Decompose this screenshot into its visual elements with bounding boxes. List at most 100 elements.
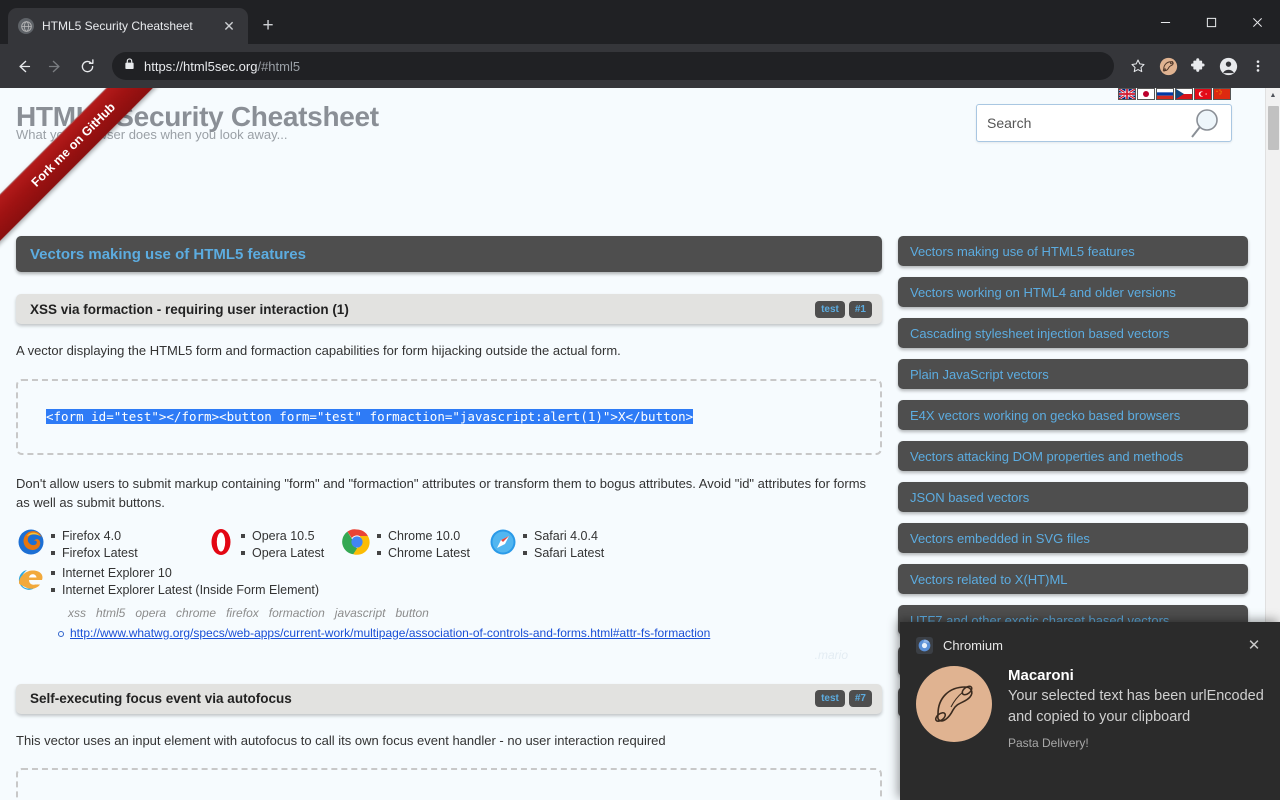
browser-versions: Firefox 4.0 Firefox Latest: [50, 527, 138, 563]
puzzle-piece-icon[interactable]: [1184, 52, 1212, 80]
badge-number[interactable]: #7: [848, 690, 872, 708]
tag[interactable]: formaction: [269, 606, 325, 620]
reference-link[interactable]: http://www.whatwg.org/specs/web-apps/cur…: [70, 626, 710, 640]
sidebar-item-json-vectors[interactable]: JSON based vectors: [898, 482, 1248, 512]
notification-texts: Macaroni Your selected text has been url…: [1008, 666, 1264, 750]
forward-button[interactable]: [40, 51, 70, 81]
browser-group: Chrome 10.0 Chrome Latest: [342, 527, 488, 563]
search-box[interactable]: Search: [976, 104, 1232, 142]
tab-close-icon[interactable]: ✕: [220, 17, 238, 35]
firefox-icon: [16, 527, 46, 557]
omnibox-url-text: https://html5sec.org/#html5: [144, 59, 300, 74]
lock-icon: [124, 57, 135, 75]
opera-icon: [206, 527, 236, 557]
vector-header[interactable]: XSS via formaction - requiring user inte…: [16, 294, 882, 324]
back-button[interactable]: [8, 51, 38, 81]
maximize-button[interactable]: [1188, 0, 1234, 44]
close-button[interactable]: [1234, 0, 1280, 44]
internet-explorer-icon: [16, 564, 46, 594]
code-block[interactable]: <input onfocus=write(1) autofocus>: [16, 768, 882, 800]
flag-japan[interactable]: [1137, 88, 1155, 100]
flag-china[interactable]: [1213, 88, 1231, 100]
macaroni-icon: [916, 666, 992, 742]
tag[interactable]: button: [395, 606, 428, 620]
browser-group: Safari 4.0.4 Safari Latest: [488, 527, 604, 563]
vector-title: XSS via formaction - requiring user inte…: [30, 301, 349, 317]
code-block[interactable]: <form id="test"></form><button form="tes…: [16, 378, 882, 455]
magnifier-icon[interactable]: [1187, 107, 1225, 146]
flag-russia[interactable]: [1156, 88, 1174, 100]
language-flags: [976, 88, 1232, 100]
vector-badges: test #1: [815, 300, 872, 318]
browser-version: Internet Explorer Latest (Inside Form El…: [50, 582, 319, 599]
tag[interactable]: html5: [96, 606, 125, 620]
browser-version: Internet Explorer 10: [50, 565, 319, 582]
star-icon[interactable]: [1124, 52, 1152, 80]
notification-close-icon[interactable]: ✕: [1244, 636, 1264, 654]
vector-header[interactable]: Self-executing focus event via autofocus…: [16, 683, 882, 714]
reload-button[interactable]: [72, 51, 102, 81]
flag-turkey[interactable]: [1194, 88, 1212, 100]
browser-tab[interactable]: HTML5 Security Cheatsheet ✕: [8, 8, 248, 44]
browser-version: Chrome Latest: [376, 545, 470, 562]
tag[interactable]: firefox: [226, 606, 259, 620]
sidebar-item-dom-properties[interactable]: Vectors attacking DOM properties and met…: [898, 441, 1248, 471]
badge-test[interactable]: test: [815, 300, 845, 318]
vector-badges: test #7: [815, 690, 872, 708]
notification-header: Chromium ✕: [916, 636, 1264, 654]
sidebar-item-html5-features[interactable]: Vectors making use of HTML5 features: [898, 236, 1248, 266]
badge-number[interactable]: #1: [848, 300, 872, 318]
sidebar-item-e4x-gecko[interactable]: E4X vectors working on gecko based brows…: [898, 400, 1248, 430]
chrome-icon: [342, 527, 372, 557]
vector-description: A vector displaying the HTML5 form and f…: [16, 343, 621, 358]
tag[interactable]: javascript: [335, 606, 386, 620]
tag[interactable]: opera: [135, 606, 166, 620]
section-header: Vectors making use of HTML5 features: [16, 236, 882, 272]
main-content: Vectors making use of HTML5 features XSS…: [16, 236, 882, 800]
sidebar-item-xhtml[interactable]: Vectors related to X(HT)ML: [898, 564, 1248, 594]
title-bar: HTML5 Security Cheatsheet ✕ +: [0, 0, 1280, 44]
badge-test[interactable]: test: [815, 690, 845, 708]
address-bar[interactable]: https://html5sec.org/#html5: [112, 52, 1114, 80]
tag[interactable]: xss: [68, 606, 86, 620]
tag[interactable]: chrome: [176, 606, 216, 620]
vector-item: XSS via formaction - requiring user inte…: [16, 294, 882, 662]
flag-czech-republic[interactable]: [1175, 88, 1193, 100]
sidebar-item-plain-javascript[interactable]: Plain JavaScript vectors: [898, 359, 1248, 389]
minimize-button[interactable]: [1142, 0, 1188, 44]
scroll-up-arrow-icon[interactable]: ▲: [1266, 88, 1280, 103]
globe-icon: [18, 18, 34, 34]
browser-version: Opera 10.5: [240, 528, 324, 545]
notification-subtitle: Pasta Delivery!: [1008, 736, 1089, 751]
list-item: http://www.whatwg.org/specs/web-apps/cur…: [56, 624, 882, 642]
browser-version: Safari 4.0.4: [522, 528, 604, 545]
browser-window: HTML5 Security Cheatsheet ✕ + https://ht…: [0, 0, 1280, 800]
browser-versions: Safari 4.0.4 Safari Latest: [522, 527, 604, 563]
browser-version: Firefox Latest: [50, 545, 138, 562]
search-area: Search: [976, 88, 1232, 142]
window-controls: [1142, 0, 1280, 44]
sidebar-item-css-injection[interactable]: Cascading stylesheet injection based vec…: [898, 318, 1248, 348]
flag-united-kingdom[interactable]: [1118, 88, 1136, 100]
kebab-menu-icon[interactable]: [1244, 52, 1272, 80]
code-text[interactable]: <form id="test"></form><button form="tes…: [46, 409, 694, 425]
vector-item: Self-executing focus event via autofocus…: [16, 683, 882, 800]
scrollbar-thumb[interactable]: [1268, 106, 1279, 150]
omnibox-scheme: https://: [144, 58, 184, 74]
notification-toast: Chromium ✕ Macaroni Your selected text h…: [900, 622, 1280, 800]
browser-versions: Chrome 10.0 Chrome Latest: [376, 527, 470, 563]
notification-body: Macaroni Your selected text has been url…: [916, 666, 1264, 750]
chromium-icon: [916, 636, 933, 654]
omnibox-host: html5sec.org: [183, 58, 258, 74]
new-tab-button[interactable]: +: [254, 12, 282, 40]
macaroni-extension-icon[interactable]: [1154, 52, 1182, 80]
vector-note: Don't allow users to submit markup conta…: [16, 475, 867, 510]
profile-icon[interactable]: [1214, 52, 1242, 80]
omnibox-path: /#html5: [257, 58, 301, 74]
sidebar-item-html4-older[interactable]: Vectors working on HTML4 and older versi…: [898, 277, 1248, 307]
browser-toolbar: https://html5sec.org/#html5: [0, 44, 1280, 88]
browser-version: Opera Latest: [240, 545, 324, 562]
sidebar-item-svg-files[interactable]: Vectors embedded in SVG files: [898, 523, 1248, 553]
search-input[interactable]: Search: [987, 115, 1031, 131]
browser-version: Chrome 10.0: [376, 528, 470, 545]
